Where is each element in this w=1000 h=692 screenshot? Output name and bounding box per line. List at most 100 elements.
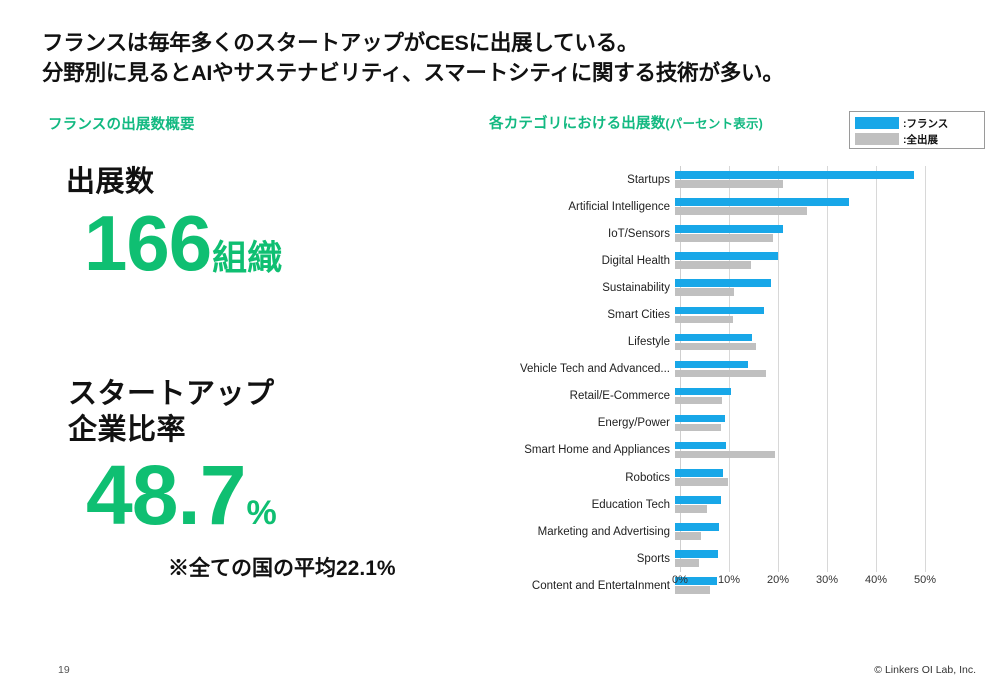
bar-france [675,469,724,477]
x-tick-label: 50% [913,574,937,586]
category-label: Education Tech [591,498,670,511]
category-label: Retail/E-Commerce [569,390,670,403]
kpi-exhibitor-label: 出展数 [66,166,155,198]
bar-total [675,180,784,188]
chart-row: Education Tech [489,491,926,518]
bar-france [675,496,721,504]
category-label: Smart Home and Appliances [524,444,670,457]
kpi-footnote: ※全ての国の平均22.1% [168,557,396,580]
bar-group [675,412,926,434]
bar-total [675,369,766,378]
slide-root: フランスは毎年多くのスタートアップがCESに出展している。 分野別に見るとAIや… [0,0,1000,692]
category-label: Marketing and Advertising [537,525,670,538]
bar-france [675,225,783,233]
bar-total [675,450,776,459]
x-tick-label: 10% [717,574,741,586]
bar-total [675,423,722,432]
bar-group [675,494,926,516]
chart-row: Robotics [489,464,926,491]
bar-total [675,207,808,215]
kpi-startup-ratio: スタートアップ 企業比率 48.7 % [68,376,277,538]
bar-france [675,252,778,260]
bar-total [675,396,722,405]
kpi-ratio-label-line-1: スタートアップ [68,378,275,410]
chart-row: Sports [489,545,926,572]
bar-total [675,342,756,351]
bar-total [675,288,734,296]
legend-item-total: :全出展 [855,132,980,146]
category-label: Artificial Intelligence [568,200,670,213]
title-line-1: フランスは毎年多くのスタートアップがCESに出展している。 [42,31,639,55]
kpi-exhibitor-count: 出展数 166 組織 [66,164,282,284]
bar-total [675,559,699,567]
bar-total [675,315,733,324]
category-label: Digital Health [601,254,670,267]
chart-row: Lifestyle [489,329,926,356]
bar-group [675,439,926,461]
page-title: フランスは毎年多くのスタートアップがCESに出展している。 分野別に見るとAIや… [42,28,962,88]
x-tick-label: 20% [766,574,790,586]
x-tick-label: 30% [815,574,839,586]
bar-group [675,223,926,245]
chart-row: IoT/Sensors [489,220,926,247]
category-label: Lifestyle [627,336,670,349]
title-line-2: 分野別に見るとAIやサステナビリティ、スマートシティに関する技術が多い。 [42,61,784,85]
footer-copyright: © Linkers OI Lab, Inc. [874,664,976,676]
kpi-ratio-value-row: 48.7 % [86,452,277,538]
chart-row: Vehicle Tech and Advanced... [489,356,926,383]
category-label: Robotics [625,471,670,484]
kpi-exhibitor-value-row: 166 組織 [84,202,282,284]
right-section-heading: 各カテゴリにおける出展数(パーセント表示) [489,112,763,133]
bar-total [675,532,702,540]
bar-group [675,467,926,489]
chart-row: Sustainability [489,274,926,301]
chart-row: Artificial Intelligence [489,193,926,220]
bar-france [675,387,732,396]
category-label: IoT/Sensors [608,227,670,240]
chart-row: Marketing and Advertising [489,518,926,545]
bar-total [675,478,728,486]
legend-swatch-france-icon [855,117,899,129]
bar-total [675,261,751,269]
chart-row: Smart Home and Appliances [489,437,926,464]
bar-france [675,171,914,179]
left-section-heading: フランスの出展数概要 [48,117,195,133]
kpi-ratio-value: 48.7 [86,448,246,542]
bar-group [675,304,926,326]
category-label: Smart Cities [607,309,670,322]
bar-group [675,548,926,570]
category-label: Content and EntertaInment [531,579,670,592]
chart-row: Smart Cities [489,301,926,328]
bar-france [675,279,771,287]
bar-group [675,250,926,272]
legend-swatch-total-icon [855,133,899,145]
bar-france [675,414,725,423]
chart-row: Startups [489,166,926,193]
category-label: Vehicle Tech and Advanced... [519,363,670,376]
bar-france [675,306,765,315]
chart-row: Digital Health [489,247,926,274]
bar-france [675,360,748,369]
bar-group [675,169,926,191]
bar-total [675,505,707,513]
legend-label-france: :フランス [903,117,949,130]
right-section-heading-paren: (パーセント表示) [665,117,764,131]
bar-france [675,550,718,558]
chart-plot-area: Startups Artificial Intelligence IoT/Senso… [520,166,936,606]
bar-france [675,523,720,531]
footer-page-number: 19 [58,664,70,676]
bar-group [675,331,926,353]
bar-france [675,333,753,342]
chart-x-axis: 0% 10% 20% 30% 40% 50% [672,574,936,592]
bar-group [675,196,926,218]
bar-france [675,441,727,450]
right-section-heading-main: 各カテゴリにおける出展数 [489,116,666,132]
kpi-ratio-unit: % [246,494,277,532]
x-tick-label: 40% [864,574,888,586]
bar-group [675,521,926,543]
category-label: Energy/Power [597,417,670,430]
chart-row: Energy/Power [489,410,926,437]
legend-item-france: :フランス [855,116,980,130]
legend-label-total: :全出展 [903,133,938,146]
bar-total [675,234,773,242]
